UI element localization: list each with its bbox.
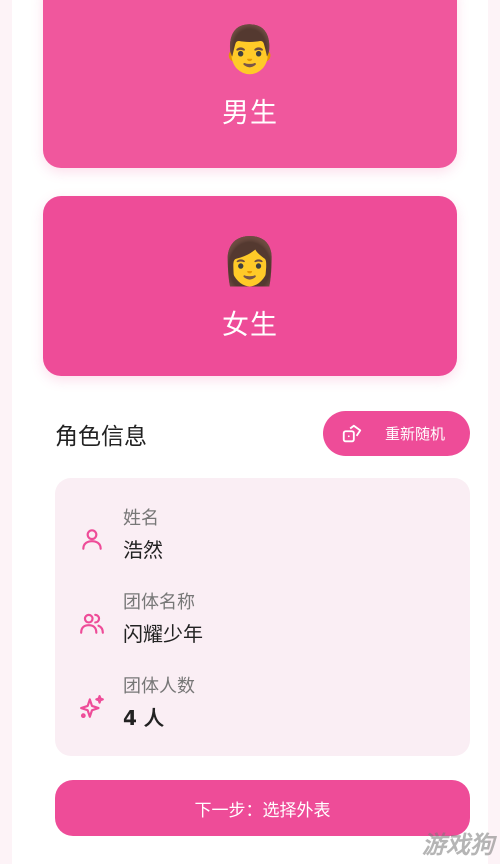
gender-label-male: 男生 bbox=[222, 97, 278, 129]
next-step-button[interactable]: 下一步：选择外表 bbox=[55, 780, 470, 836]
group-name-value: 闪耀少年 bbox=[123, 622, 203, 646]
name-label: 姓名 bbox=[123, 508, 159, 529]
sparkle-icon bbox=[80, 695, 104, 719]
reroll-button-label: 重新随机 bbox=[385, 425, 446, 443]
woman-emoji-icon: 👩 bbox=[221, 233, 279, 288]
dice-icon bbox=[342, 424, 362, 442]
info-row-group-size: 团体人数 4 人 bbox=[55, 672, 470, 742]
group-size-value: 4 人 bbox=[123, 706, 164, 730]
info-row-name: 姓名 浩然 bbox=[55, 504, 470, 574]
gender-card-male[interactable]: 👨 男生 bbox=[43, 0, 457, 168]
user-icon bbox=[82, 529, 102, 550]
group-name-label: 团体名称 bbox=[123, 592, 195, 613]
group-size-label: 团体人数 bbox=[123, 676, 195, 697]
name-value: 浩然 bbox=[123, 538, 163, 562]
page: 👨 男生 👩 女生 角色信息 重新随机 姓名 浩然 团体名称 闪耀少年 团体人数… bbox=[12, 0, 488, 864]
info-row-group-name: 团体名称 闪耀少年 bbox=[55, 588, 470, 658]
character-info-title: 角色信息 bbox=[55, 424, 147, 450]
gender-label-female: 女生 bbox=[222, 309, 278, 341]
character-info-panel: 姓名 浩然 团体名称 闪耀少年 团体人数 4 人 bbox=[55, 478, 470, 756]
man-emoji-icon: 👨 bbox=[221, 21, 279, 76]
reroll-button[interactable]: 重新随机 bbox=[323, 411, 470, 456]
gender-card-female[interactable]: 👩 女生 bbox=[43, 196, 457, 376]
users-icon bbox=[80, 613, 104, 634]
watermark-logo: 游戏狗 bbox=[422, 831, 494, 859]
